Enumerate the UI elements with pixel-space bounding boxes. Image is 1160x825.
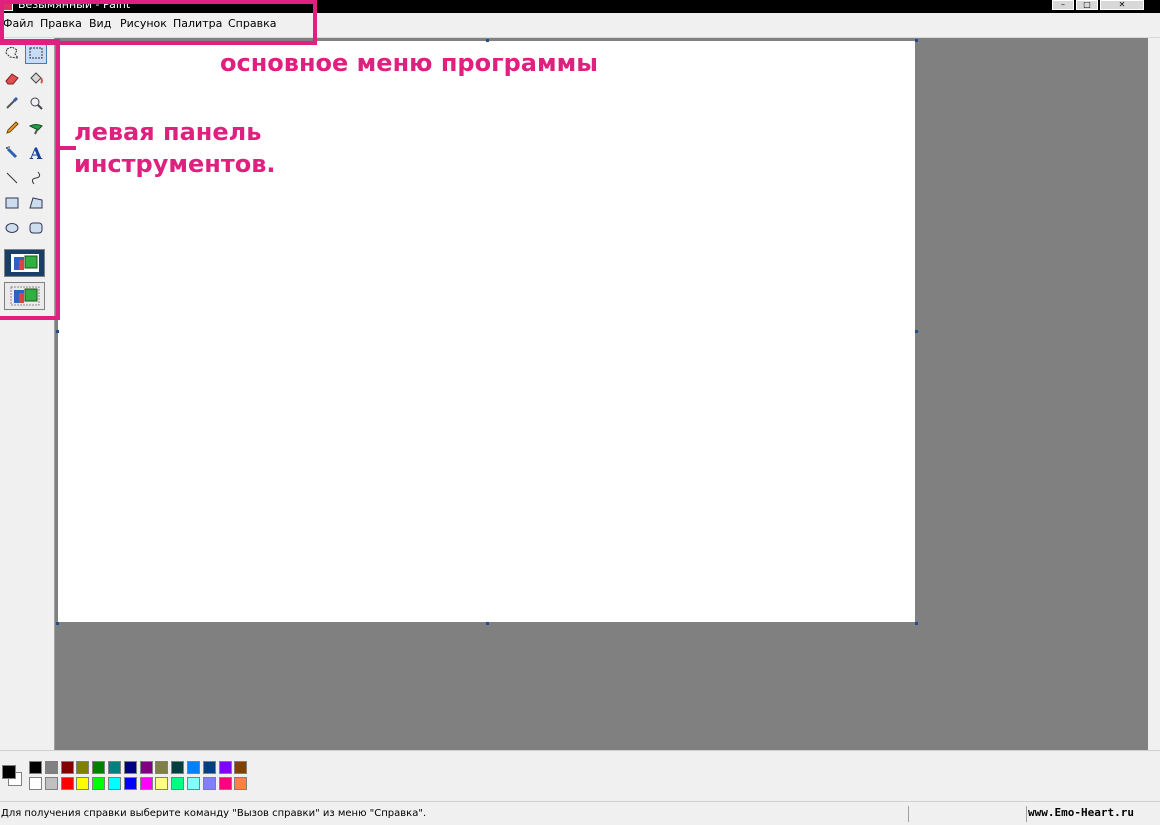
- color-swatch[interactable]: [234, 777, 248, 790]
- color-swatch[interactable]: [218, 761, 232, 774]
- color-swatch[interactable]: [218, 777, 232, 790]
- current-colors: [0, 761, 24, 789]
- color-swatch[interactable]: [92, 777, 106, 790]
- color-swatch[interactable]: [123, 761, 137, 774]
- status-bar: Для получения справки выберите команду "…: [0, 801, 1160, 825]
- canvas-handle: [486, 39, 489, 42]
- color-swatch[interactable]: [139, 777, 153, 790]
- menu-annotation-label: основное меню программы: [220, 49, 598, 77]
- color-swatch[interactable]: [234, 761, 248, 774]
- close-button[interactable]: ✕: [1100, 0, 1144, 10]
- canvas-handle-right[interactable]: [915, 330, 918, 333]
- color-swatch[interactable]: [92, 761, 106, 774]
- color-swatch[interactable]: [108, 761, 121, 774]
- canvas-handle-corner[interactable]: [915, 622, 918, 625]
- color-swatch[interactable]: [29, 777, 42, 790]
- status-divider: [908, 806, 909, 822]
- canvas-handle-bottom[interactable]: [486, 622, 489, 625]
- canvas-handle: [56, 622, 59, 625]
- color-swatch[interactable]: [187, 777, 200, 790]
- color-swatch[interactable]: [29, 761, 42, 774]
- canvas-handle: [915, 39, 918, 42]
- toolbox-annotation-line1: левая панель: [74, 118, 262, 146]
- maximize-button[interactable]: □: [1076, 0, 1098, 10]
- status-help-text: Для получения справки выберите команду "…: [1, 808, 427, 819]
- status-divider: [1026, 806, 1027, 822]
- color-swatch[interactable]: [60, 777, 74, 790]
- color-swatch[interactable]: [187, 761, 200, 774]
- color-swatch[interactable]: [44, 777, 58, 790]
- color-swatch[interactable]: [76, 777, 90, 790]
- color-swatch[interactable]: [44, 761, 58, 774]
- toolbox-annotation-label: левая панель инструментов.: [74, 116, 276, 180]
- minimize-button[interactable]: –: [1052, 0, 1074, 10]
- color-swatch[interactable]: [202, 777, 216, 790]
- color-swatch[interactable]: [171, 777, 185, 790]
- canvas-handle: [56, 330, 59, 333]
- toolbox-annotation-frame: [0, 39, 60, 320]
- color-palette: [0, 750, 1160, 801]
- watermark: www.Emo-Heart.ru: [1028, 806, 1134, 819]
- color-swatch[interactable]: [139, 761, 153, 774]
- color-swatch[interactable]: [171, 761, 185, 774]
- vertical-scrollbar[interactable]: [1148, 38, 1160, 750]
- color-swatch[interactable]: [202, 761, 216, 774]
- toolbox-annotation-line2: инструментов.: [74, 150, 276, 178]
- color-swatch[interactable]: [155, 761, 169, 774]
- color-swatch[interactable]: [76, 761, 90, 774]
- color-swatch[interactable]: [60, 761, 74, 774]
- color-swatch[interactable]: [155, 777, 169, 790]
- color-swatch[interactable]: [123, 777, 137, 790]
- foreground-color: [2, 765, 16, 779]
- color-swatch[interactable]: [108, 777, 121, 790]
